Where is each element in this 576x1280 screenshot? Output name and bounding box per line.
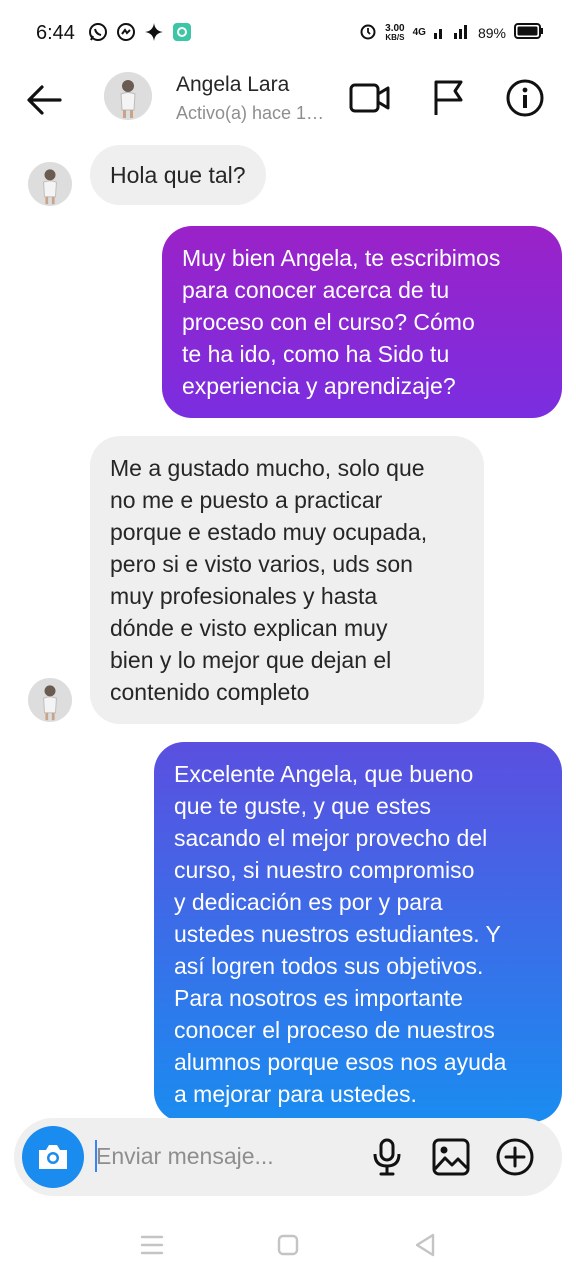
menu-icon: [140, 1235, 164, 1255]
battery-percent: 89%: [477, 24, 506, 41]
camera-button[interactable]: [22, 1126, 84, 1188]
signal-icon: [433, 23, 470, 42]
message-composer: [14, 1118, 562, 1196]
messenger-icon: [116, 22, 136, 42]
message-incoming[interactable]: Me a gustado mucho, solo que no me e pue…: [90, 436, 484, 724]
home-icon: [277, 1234, 299, 1256]
flag-icon: [434, 80, 463, 115]
gallery-button[interactable]: [429, 1135, 473, 1179]
chat-header: Angela Lara Activo(a) hace 1…: [0, 70, 576, 130]
network-type: 4G: [412, 27, 426, 38]
message-outgoing[interactable]: Excelente Angela, que bueno que te guste…: [154, 742, 562, 1122]
system-navigation-bar: [0, 1220, 576, 1280]
network-speed: 3.00 KB/S: [385, 22, 405, 42]
camera-icon: [39, 1145, 67, 1169]
contact-status: Activo(a) hace 1…: [176, 103, 325, 123]
status-time: 6:44: [36, 22, 75, 44]
back-icon: [415, 1233, 435, 1257]
back-nav-button[interactable]: [410, 1232, 440, 1258]
whatsapp-icon: [88, 22, 108, 42]
contact-avatar[interactable]: [104, 72, 152, 120]
battery-icon: [514, 23, 544, 42]
status-bar: 6:44 3.00 KB/S 4G 89%: [0, 0, 576, 70]
sparkle-icon: [144, 22, 164, 42]
sender-avatar[interactable]: [28, 162, 72, 206]
gallery-icon: [432, 1138, 470, 1176]
more-options-button[interactable]: [493, 1135, 537, 1179]
video-call-button[interactable]: [348, 76, 392, 120]
message-incoming[interactable]: Hola que tal?: [90, 145, 266, 205]
menu-nav-button[interactable]: [137, 1232, 167, 1258]
info-icon: [506, 79, 544, 117]
home-nav-button[interactable]: [273, 1232, 303, 1258]
contact-name[interactable]: Angela Lara: [176, 73, 289, 97]
info-button[interactable]: [503, 76, 547, 120]
sender-avatar[interactable]: [28, 678, 72, 722]
report-flag-button[interactable]: [426, 76, 470, 120]
back-button[interactable]: [24, 82, 64, 118]
app-icon: [172, 22, 192, 42]
message-input[interactable]: [96, 1138, 346, 1174]
voice-message-button[interactable]: [365, 1135, 409, 1179]
video-call-icon: [349, 83, 390, 113]
microphone-icon: [373, 1138, 401, 1176]
back-arrow-icon: [27, 85, 62, 115]
plus-icon: [496, 1138, 534, 1176]
status-right: 3.00 KB/S 4G 89%: [359, 22, 544, 43]
alarm-icon: [359, 22, 377, 43]
notification-icons: [88, 22, 192, 42]
message-outgoing[interactable]: Muy bien Angela, te escribimos para cono…: [162, 226, 562, 418]
